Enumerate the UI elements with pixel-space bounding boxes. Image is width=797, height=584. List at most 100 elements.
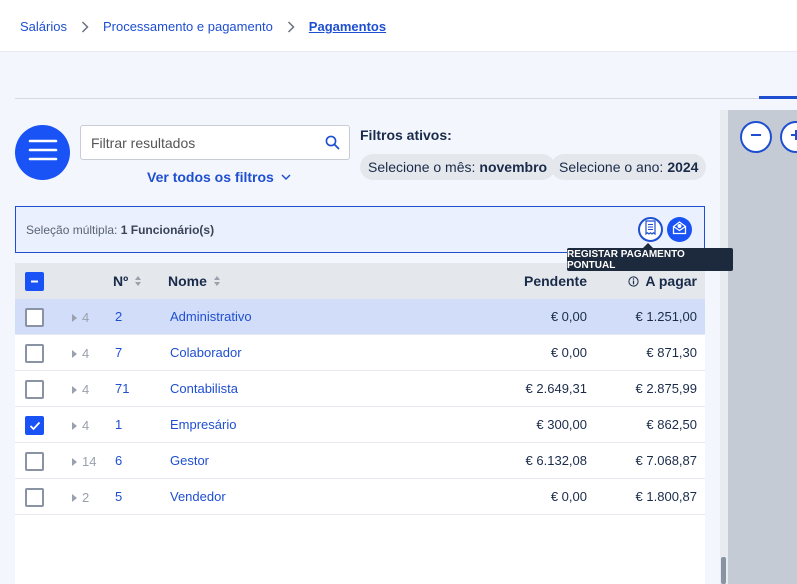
table-row[interactable]: 2 5 Vendedor € 0,00 € 1.800,87 <box>15 479 705 515</box>
panel-divider <box>720 110 728 584</box>
row-pendente: € 0,00 <box>550 345 587 360</box>
side-panel <box>720 110 797 584</box>
zoom-out-icon <box>749 128 763 147</box>
row-num: 5 <box>115 489 123 504</box>
selection-summary: Seleção múltipla: 1 Funcionário(s) <box>26 223 214 237</box>
filter-input[interactable] <box>91 134 316 152</box>
row-expander[interactable]: 4 <box>72 382 89 397</box>
row-num: 2 <box>115 309 123 324</box>
active-filters-title: Filtros ativos: <box>360 127 452 143</box>
ver-todos-filtros-label: Ver todos os filtros <box>147 169 274 185</box>
row-count: 4 <box>82 346 90 361</box>
menu-button[interactable] <box>15 125 70 180</box>
chevron-down-icon <box>281 173 291 181</box>
ver-todos-filtros-link[interactable]: Ver todos os filtros <box>147 169 291 185</box>
scrollbar-thumb[interactable] <box>721 557 726 584</box>
selection-count: 1 Funcionário(s) <box>120 223 215 237</box>
breadcrumb-processamento[interactable]: Processamento e pagamento <box>103 19 273 34</box>
sort-icon <box>213 275 221 287</box>
filter-chip-month[interactable]: Selecione o mês: novembro <box>360 154 556 180</box>
row-nome[interactable]: Empresário <box>170 417 236 432</box>
table-row[interactable]: 4 2 Administrativo € 0,00 € 1.251,00 <box>15 299 705 335</box>
row-num: 6 <box>115 453 123 468</box>
payment-envelope-icon <box>672 220 687 240</box>
table-row[interactable]: 4 1 Empresário € 300,00 € 862,50 <box>15 407 705 443</box>
row-checkbox[interactable] <box>25 416 44 435</box>
row-nome[interactable]: Administrativo <box>170 309 252 324</box>
table-row[interactable]: 4 71 Contabilista € 2.649,31 € 2.875,99 <box>15 371 705 407</box>
header-num-label: Nº <box>113 273 129 289</box>
register-payment-button[interactable] <box>638 217 663 242</box>
row-a-pagar: € 2.875,99 <box>635 381 697 396</box>
row-pendente: € 0,00 <box>550 489 587 504</box>
filter-chip-year-label: Selecione o ano: <box>559 159 664 175</box>
filter-chip-month-value: novembro <box>479 159 548 175</box>
chevron-right-icon <box>287 20 295 33</box>
expand-triangle-icon <box>72 493 77 502</box>
row-checkbox[interactable] <box>25 344 44 363</box>
filter-chip-month-label: Selecione o mês: <box>368 159 476 175</box>
row-pendente: € 0,00 <box>550 309 587 324</box>
expand-triangle-icon <box>72 385 77 394</box>
row-expander[interactable]: 2 <box>72 490 89 505</box>
row-a-pagar: € 871,30 <box>646 345 697 360</box>
row-pendente: € 6.132,08 <box>525 453 587 468</box>
filter-chip-year-value: 2024 <box>667 159 699 175</box>
row-num: 1 <box>115 417 123 432</box>
zoom-in-icon <box>789 128 797 147</box>
tooltip-arrow <box>643 243 653 248</box>
header-nome[interactable]: Nome <box>168 273 221 289</box>
row-count: 14 <box>82 454 97 469</box>
payment-envelope-button[interactable] <box>667 217 692 242</box>
redacted-area <box>244 343 479 362</box>
search-icon[interactable] <box>325 135 340 155</box>
chevron-right-icon <box>81 20 89 33</box>
header-num[interactable]: Nº <box>113 273 142 289</box>
expand-triangle-icon <box>72 313 77 322</box>
row-nome[interactable]: Colaborador <box>170 345 242 360</box>
check-icon <box>29 421 40 430</box>
row-num: 71 <box>115 381 130 396</box>
tooltip: REGISTAR PAGAMENTO PONTUAL <box>567 243 733 271</box>
row-pendente: € 300,00 <box>536 417 587 432</box>
tooltip-text: REGISTAR PAGAMENTO PONTUAL <box>567 248 685 271</box>
header-a-pagar-label: A pagar <box>645 273 697 289</box>
breadcrumb-salarios[interactable]: Salários <box>20 19 67 34</box>
filter-chip-year[interactable]: Selecione o ano: 2024 <box>551 154 707 180</box>
expand-triangle-icon <box>72 421 77 430</box>
row-count: 4 <box>82 382 90 397</box>
row-num: 7 <box>115 345 123 360</box>
row-nome[interactable]: Vendedor <box>170 489 226 504</box>
minus-icon <box>31 280 38 283</box>
filter-field <box>80 125 350 160</box>
sort-icon <box>134 275 142 287</box>
info-icon <box>628 275 639 287</box>
tab-active-indicator[interactable] <box>759 96 797 99</box>
row-nome[interactable]: Contabilista <box>170 381 238 396</box>
breadcrumb-pagamentos[interactable]: Pagamentos <box>309 19 386 34</box>
top-bar: Salários Processamento e pagamento Pagam… <box>0 0 797 52</box>
row-checkbox[interactable] <box>25 380 44 399</box>
row-checkbox[interactable] <box>25 488 44 507</box>
row-checkbox[interactable] <box>25 308 44 327</box>
row-a-pagar: € 862,50 <box>646 417 697 432</box>
header-a-pagar: A pagar <box>628 273 697 289</box>
menu-icon <box>28 138 58 167</box>
row-expander[interactable]: 4 <box>72 418 89 433</box>
row-checkbox[interactable] <box>25 452 44 471</box>
table-row[interactable]: 14 6 Gestor € 6.132,08 € 7.068,87 <box>15 443 705 479</box>
row-expander[interactable]: 14 <box>72 454 96 469</box>
row-pendente: € 2.649,31 <box>525 381 587 396</box>
row-expander[interactable]: 4 <box>72 346 89 361</box>
tab-divider <box>15 98 797 99</box>
select-all-checkbox[interactable] <box>25 272 44 291</box>
breadcrumb: Salários Processamento e pagamento Pagam… <box>20 19 386 34</box>
row-count: 2 <box>82 490 90 505</box>
row-a-pagar: € 1.800,87 <box>635 489 697 504</box>
header-nome-label: Nome <box>168 273 207 289</box>
row-expander[interactable]: 4 <box>72 310 89 325</box>
row-nome[interactable]: Gestor <box>170 453 209 468</box>
receipt-icon <box>644 219 657 240</box>
multi-selection-bar: Seleção múltipla: 1 Funcionário(s) <box>15 206 705 253</box>
zoom-out-button[interactable] <box>740 121 772 153</box>
